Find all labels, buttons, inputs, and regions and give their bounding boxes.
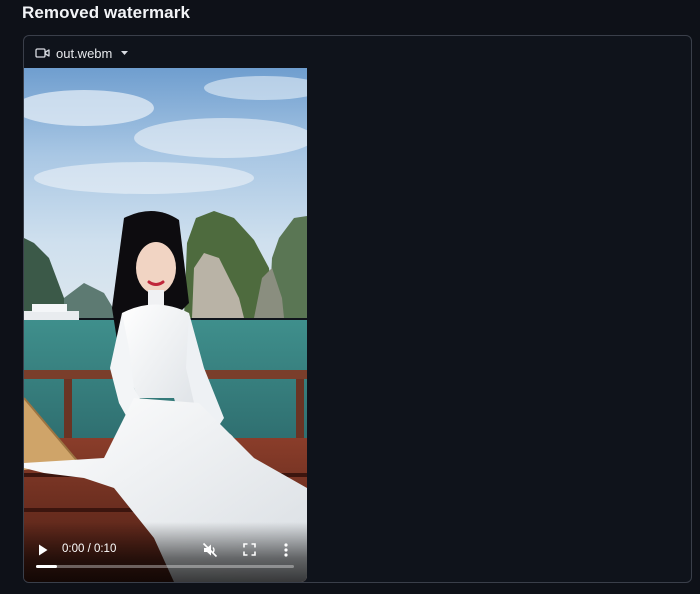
- mute-button[interactable]: [202, 542, 218, 558]
- more-vert-icon: [284, 543, 288, 557]
- file-name: out.webm: [56, 45, 113, 61]
- more-options-button[interactable]: [283, 542, 289, 558]
- video-controls: 0:00 / 0:10: [24, 522, 307, 582]
- video-player[interactable]: 0:00 / 0:10: [24, 68, 307, 582]
- file-selector-dropdown[interactable]: out.webm: [35, 43, 129, 63]
- section-title: Removed watermark: [22, 3, 190, 22]
- fullscreen-icon: [242, 542, 256, 556]
- play-button[interactable]: [36, 543, 50, 557]
- muted-speaker-icon: [202, 542, 218, 558]
- progress-bar[interactable]: [36, 565, 294, 568]
- video-frame: [24, 68, 307, 582]
- play-icon: [39, 544, 48, 556]
- fullscreen-button[interactable]: [242, 542, 256, 556]
- caret-down-icon: [121, 51, 129, 55]
- output-panel: out.webm 0:00 / 0:10: [23, 35, 692, 583]
- time-display: 0:00 / 0:10: [62, 543, 117, 555]
- video-camera-icon: [35, 48, 50, 58]
- progress-fill: [36, 565, 57, 568]
